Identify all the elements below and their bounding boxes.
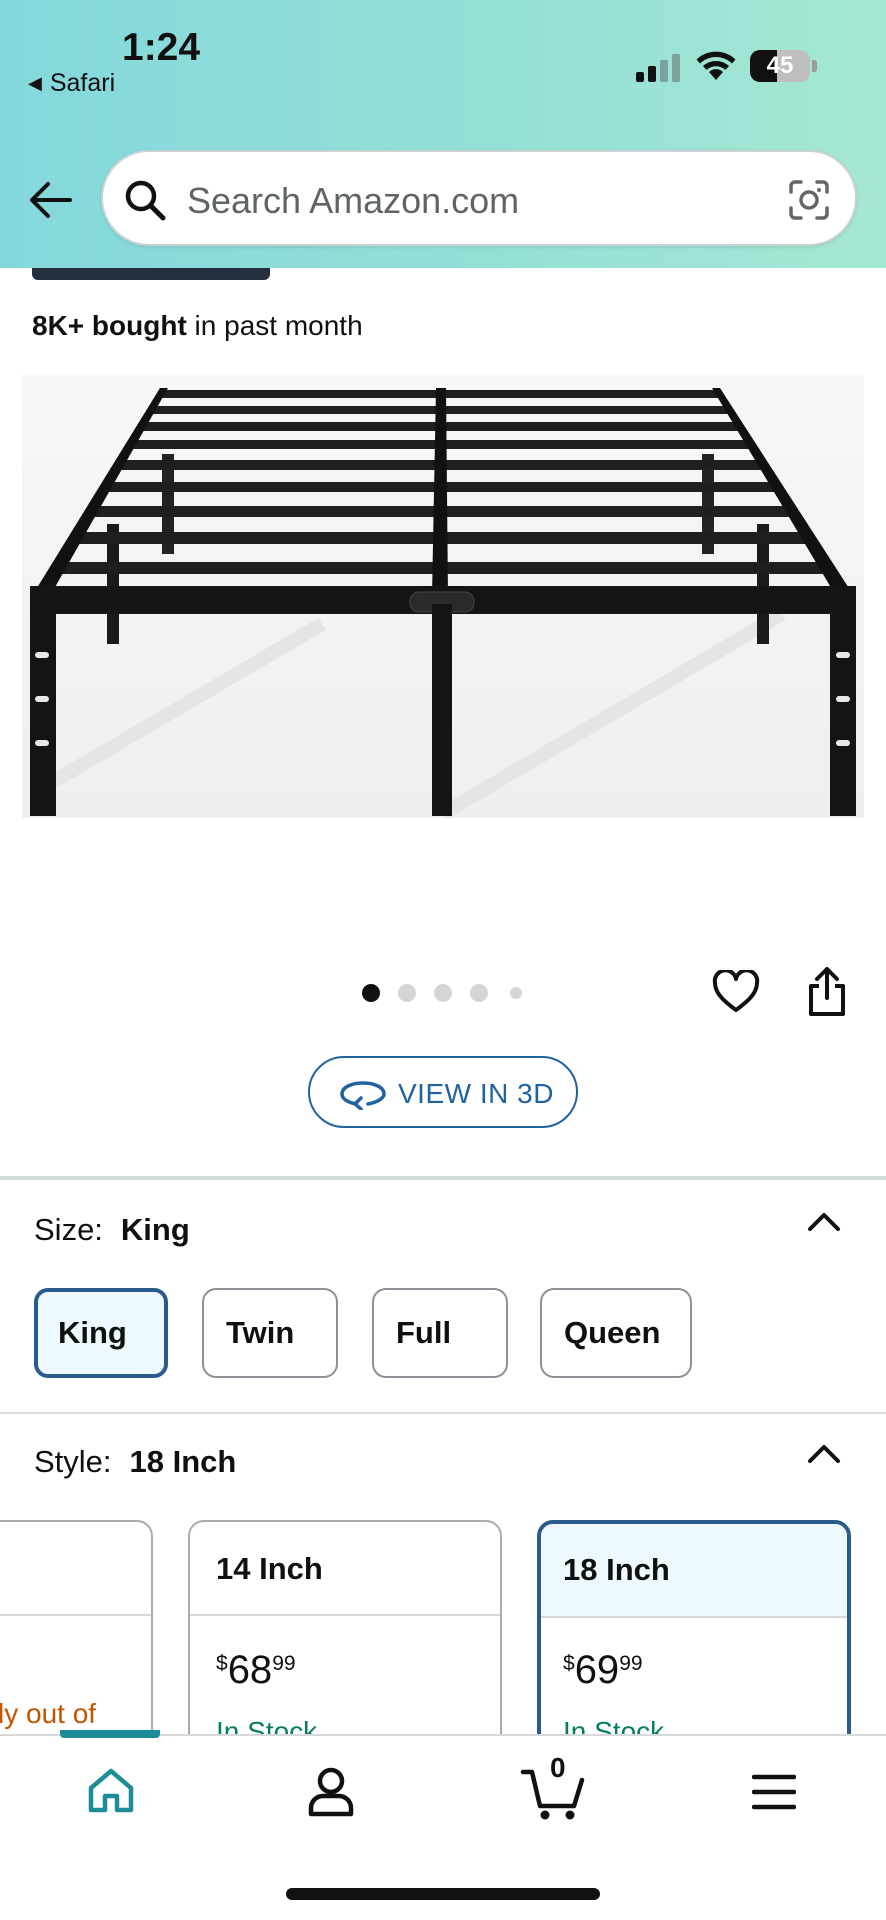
selected-style: 18 Inch (129, 1444, 237, 1479)
style-option-14-inch[interactable]: 14 Inch $6899 In Stock (188, 1520, 502, 1760)
cart-button[interactable]: 0 (520, 1752, 588, 1822)
style-option-price: $6999 (563, 1648, 643, 1692)
wifi-icon (696, 51, 736, 80)
view-in-3d-button[interactable]: VIEW IN 3D (308, 1056, 578, 1128)
style-option-name: 14 Inch (190, 1522, 500, 1616)
search-icon (125, 180, 166, 221)
availability-warning: ly out of (0, 1698, 97, 1729)
back-app-label: Safari (49, 69, 116, 97)
status-time: 1:24 (122, 26, 201, 69)
carousel-dot[interactable] (470, 984, 488, 1002)
carousel-dot[interactable] (434, 984, 452, 1002)
size-option-king[interactable]: King (34, 1288, 168, 1378)
back-to-safari[interactable]: ◀ Safari (28, 69, 115, 98)
style-option-price: $6899 (216, 1648, 296, 1692)
chevron-up-icon[interactable] (806, 1440, 842, 1466)
bought-in-past-month: 8K+ bought in past month (32, 310, 363, 341)
size-option-queen[interactable]: Queen (540, 1288, 692, 1378)
battery-level: 45 (766, 52, 794, 79)
battery-icon: 45 (750, 50, 810, 82)
amazons-choice-badge (32, 268, 270, 280)
selected-size: King (120, 1212, 190, 1247)
carousel-dot[interactable] (398, 984, 416, 1002)
account-icon[interactable] (306, 1766, 356, 1818)
back-arrow-icon[interactable] (28, 180, 72, 220)
size-section-label: Size: King (34, 1212, 190, 1247)
bed-frame-image (22, 374, 864, 818)
share-icon[interactable] (806, 966, 848, 1018)
home-icon[interactable] (86, 1766, 136, 1816)
camera-search-icon[interactable] (787, 178, 831, 222)
view-in-3d-label: VIEW IN 3D (398, 1078, 554, 1109)
section-divider (0, 1176, 886, 1180)
carousel-dot[interactable] (510, 987, 522, 999)
style-option-name: 18 Inch (541, 1524, 847, 1618)
style-option-partial[interactable]: ly out of (0, 1520, 153, 1760)
carousel-dot[interactable] (362, 984, 380, 1002)
size-option-twin[interactable]: Twin (202, 1288, 338, 1378)
menu-icon[interactable] (752, 1772, 796, 1812)
back-triangle-icon: ◀ (28, 73, 42, 93)
active-tab-indicator (60, 1730, 160, 1738)
cellular-signal-icon (636, 52, 680, 82)
cart-icon (520, 1769, 585, 1820)
search-placeholder: Search Amazon.com (187, 180, 520, 221)
search-bar[interactable]: Search Amazon.com (101, 150, 857, 246)
style-option-18-inch[interactable]: 18 Inch $6999 In Stock (537, 1520, 851, 1760)
header: 1:24 ◀ Safari 45 Search Amazon.com (0, 0, 886, 268)
chevron-up-icon[interactable] (806, 1208, 842, 1234)
product-image[interactable] (22, 374, 864, 818)
style-section-label: Style: 18 Inch (34, 1444, 237, 1479)
section-divider (0, 1412, 886, 1414)
size-option-full[interactable]: Full (372, 1288, 508, 1378)
heart-icon[interactable] (712, 970, 760, 1014)
home-indicator (286, 1888, 600, 1900)
rotate-3d-icon (340, 1081, 386, 1110)
